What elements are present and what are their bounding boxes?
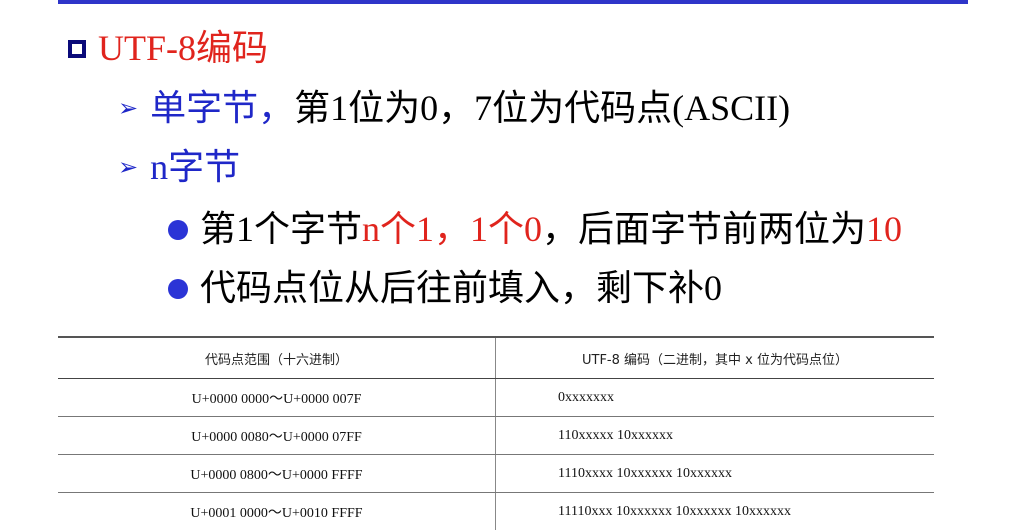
cell-range: U+0001 0000～U+0010 FFFF bbox=[58, 492, 496, 530]
cell-range: U+0000 0000～U+0000 007F bbox=[58, 378, 496, 417]
bullet-single-byte-label: 单字节， bbox=[150, 88, 295, 128]
square-bullet-icon bbox=[68, 39, 86, 58]
sub-bullet-first-byte-d: 10 bbox=[866, 209, 903, 249]
bullet-n-byte: ➢ n字节 bbox=[118, 145, 240, 193]
cell-encoding: 110xxxxx 10xxxxxx bbox=[495, 416, 934, 455]
bullet-single-byte-text: 第1位为0，7位为代码点(ASCII) bbox=[294, 88, 791, 128]
cell-range: U+0000 0800～U+0000 FFFF bbox=[58, 454, 496, 493]
heading-text: UTF-8编码 bbox=[98, 28, 268, 68]
utf8-encoding-table: 代码点范围（十六进制） UTF-8 编码（二进制，其中 x 位为代码点位） U+… bbox=[58, 336, 934, 530]
slide: UTF-8编码 ➢ 单字节，第1位为0，7位为代码点(ASCII) ➢ n字节 第1… bbox=[0, 0, 1024, 530]
bullet-n-byte-label: n字节 bbox=[150, 147, 241, 187]
table-header-row: 代码点范围（十六进制） UTF-8 编码（二进制，其中 x 位为代码点位） bbox=[58, 336, 934, 379]
cell-range: U+0000 0080～U+0000 07FF bbox=[58, 416, 496, 455]
sub-bullet-first-byte-b: n个1，1个0 bbox=[362, 209, 543, 249]
table-row: U+0000 0800～U+0000 FFFF 1110xxxx 10xxxxx… bbox=[58, 454, 934, 493]
top-rule bbox=[58, 0, 968, 4]
sub-bullet-first-byte: 第1个字节n个1，1个0，后面字节前两位为10 bbox=[168, 207, 902, 251]
arrow-bullet-icon: ➢ bbox=[118, 94, 139, 122]
sub-bullet-first-byte-c: ，后面字节前两位为 bbox=[542, 209, 867, 249]
table-row: U+0000 0080～U+0000 07FF 110xxxxx 10xxxxx… bbox=[58, 416, 934, 455]
column-header-range: 代码点范围（十六进制） bbox=[58, 336, 496, 379]
table-row: U+0001 0000～U+0010 FFFF 11110xxx 10xxxxx… bbox=[58, 492, 934, 530]
sub-bullet-fill-text: 代码点位从后往前填入，剩下补0 bbox=[200, 268, 723, 308]
table-row: U+0000 0000～U+0000 007F 0xxxxxxx bbox=[58, 378, 934, 417]
cell-encoding: 1110xxxx 10xxxxxx 10xxxxxx bbox=[495, 454, 934, 493]
dot-bullet-icon bbox=[168, 219, 188, 240]
dot-bullet-icon bbox=[168, 278, 188, 299]
cell-encoding: 0xxxxxxx bbox=[495, 378, 934, 417]
sub-bullet-first-byte-a: 第1个字节 bbox=[200, 209, 363, 249]
heading: UTF-8编码 bbox=[68, 26, 268, 70]
bullet-single-byte: ➢ 单字节，第1位为0，7位为代码点(ASCII) bbox=[118, 86, 790, 134]
sub-bullet-fill: 代码点位从后往前填入，剩下补0 bbox=[168, 266, 722, 310]
column-header-encoding: UTF-8 编码（二进制，其中 x 位为代码点位） bbox=[495, 336, 934, 379]
cell-encoding: 11110xxx 10xxxxxx 10xxxxxx 10xxxxxx bbox=[495, 492, 934, 530]
arrow-bullet-icon: ➢ bbox=[118, 153, 139, 181]
